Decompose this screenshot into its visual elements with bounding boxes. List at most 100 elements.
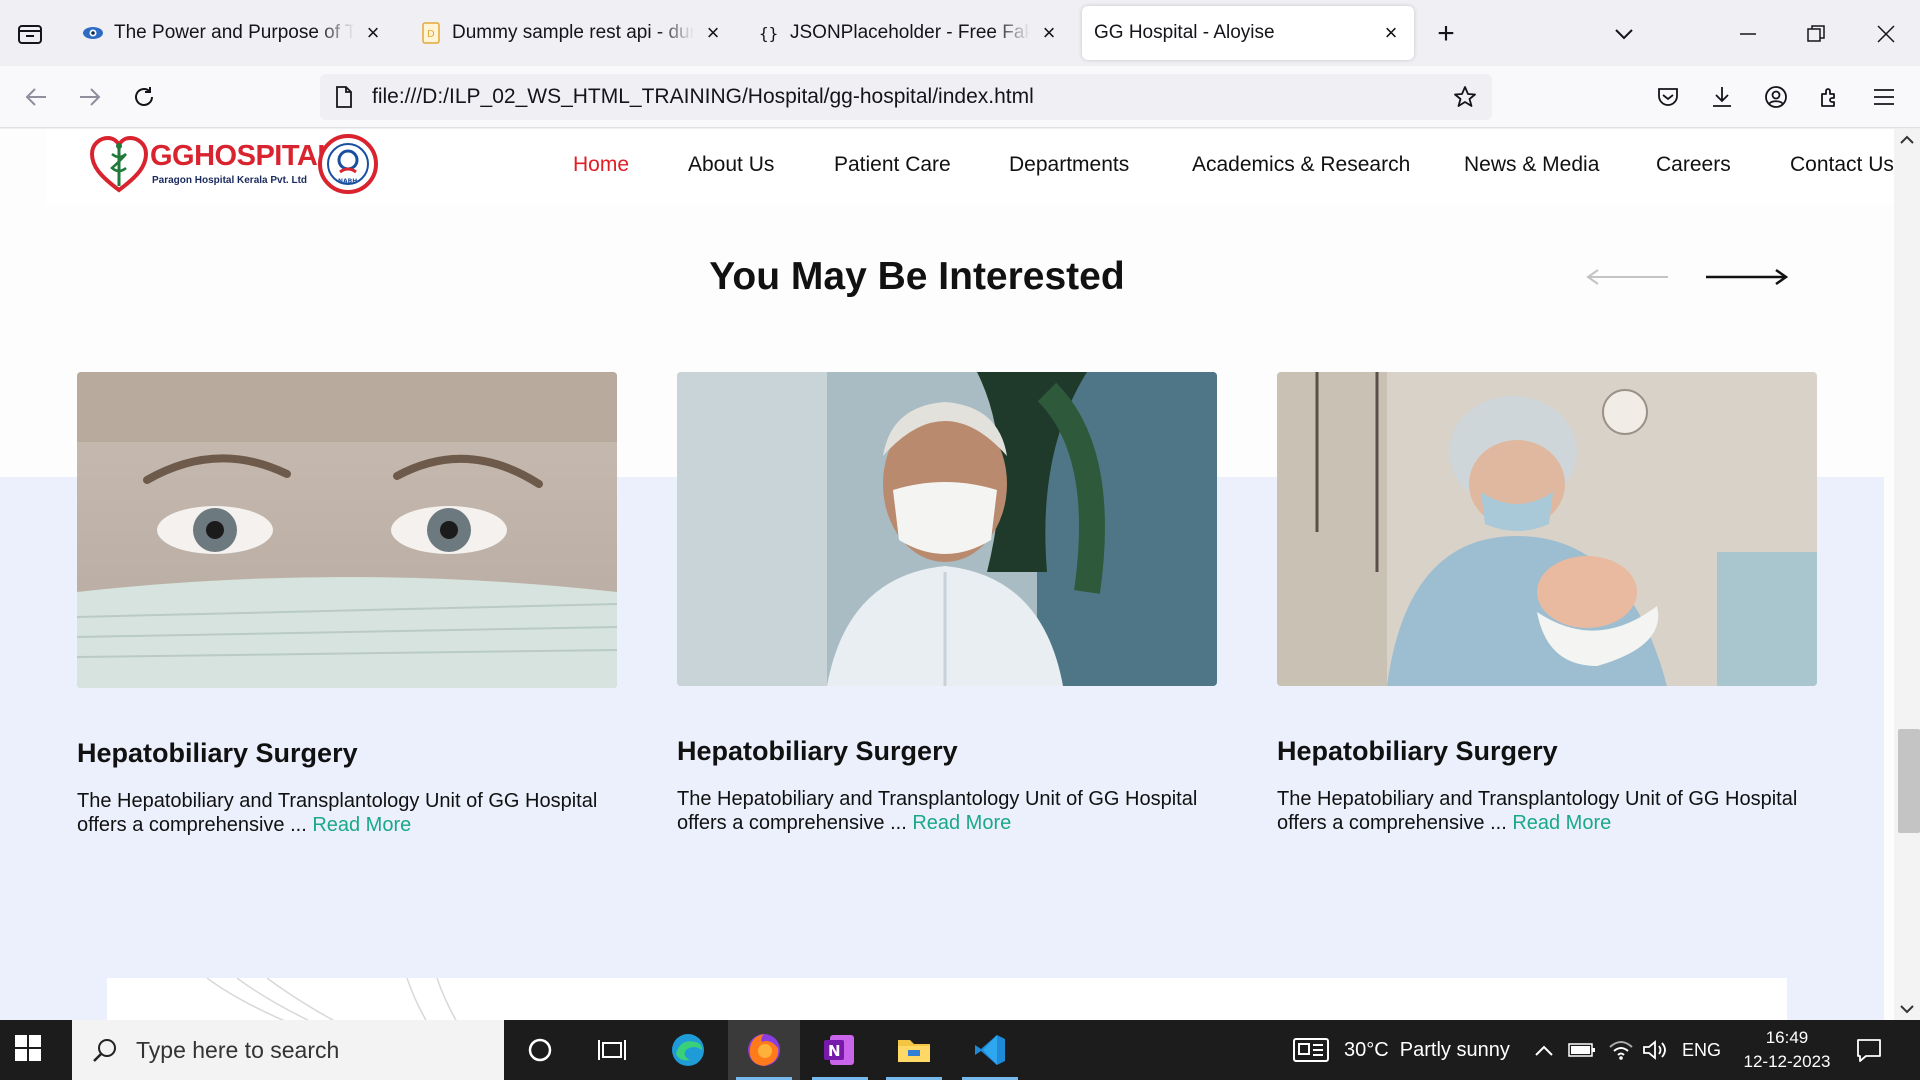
download-icon[interactable] (1704, 79, 1740, 115)
search-placeholder: Type here to search (136, 1036, 340, 1063)
read-more-link[interactable]: Read More (312, 814, 411, 836)
file-explorer-icon[interactable] (878, 1020, 950, 1080)
document-favicon-icon: D (420, 22, 442, 44)
tab-title: JSONPlaceholder - Free Fake REST API (790, 22, 1030, 43)
back-arrow-icon[interactable] (18, 79, 54, 115)
minimize-icon[interactable] (1728, 14, 1768, 54)
card-title: Hepatobiliary Surgery (1277, 736, 1558, 766)
eye-favicon-icon (82, 22, 104, 44)
nabh-badge-icon: NABH (318, 134, 378, 194)
heart-caduceus-icon (90, 135, 148, 193)
site-header: GGHOSPITAL Paragon Hospital Kerala Pvt. … (46, 129, 1894, 203)
cortana-icon[interactable] (504, 1020, 576, 1080)
card-image-woman-face-mask[interactable] (77, 372, 617, 688)
tab-gg-hospital[interactable]: GG Hospital - Aloyise × (1082, 6, 1414, 60)
carousel-prev-arrow-icon[interactable] (1586, 267, 1670, 287)
pocket-icon[interactable] (1650, 79, 1686, 115)
card-title: Hepatobiliary Surgery (77, 738, 358, 768)
interest-card[interactable]: Hepatobiliary Surgery The Hepatobiliary … (77, 372, 617, 837)
weather-news-icon (1293, 1038, 1329, 1062)
tab-title: Dummy sample rest api - dummy (452, 22, 694, 43)
taskbar-search-box[interactable]: Type here to search (72, 1020, 504, 1080)
wifi-icon[interactable] (1608, 1020, 1634, 1080)
page-icon (332, 85, 356, 109)
close-icon[interactable]: × (1038, 20, 1060, 45)
nav-link-home[interactable]: Home (573, 153, 629, 177)
svg-text:D: D (427, 29, 435, 40)
vscode-icon[interactable] (954, 1020, 1026, 1080)
card-description: The Hepatobiliary and Transplantology Un… (1277, 787, 1817, 835)
interest-card[interactable]: Hepatobiliary Surgery The Hepatobiliary … (1277, 372, 1817, 835)
browser-tab-strip: The Power and Purpose of Team × D Dummy … (0, 0, 1920, 66)
new-tab-button[interactable]: + (1430, 17, 1462, 50)
card-title: Hepatobiliary Surgery (677, 736, 958, 766)
tab-jsonplaceholder[interactable]: {} JSONPlaceholder - Free Fake REST API … (746, 6, 1072, 60)
close-icon[interactable]: × (702, 20, 724, 45)
card-image-man-face-mask[interactable] (677, 372, 1217, 686)
section-title: You May Be Interested (709, 255, 1125, 298)
bookmark-star-icon[interactable] (1450, 82, 1480, 112)
nav-link-departments[interactable]: Departments (1009, 153, 1129, 177)
nav-link-contact-us[interactable]: Contact Us (1790, 153, 1894, 177)
nav-link-academics-research[interactable]: Academics & Research (1192, 153, 1410, 177)
braces-favicon-icon: {} (758, 22, 780, 44)
nav-link-news-media[interactable]: News & Media (1464, 153, 1599, 177)
restore-icon[interactable] (1796, 14, 1836, 54)
decorative-lines (206, 978, 457, 1020)
url-bar[interactable]: file:///D:/ILP_02_WS_HTML_TRAINING/Hospi… (320, 74, 1492, 120)
card-description: The Hepatobiliary and Transplantology Un… (77, 789, 617, 837)
clock[interactable]: 16:49 12-12-2023 (1732, 1026, 1842, 1074)
window-close-icon[interactable] (1866, 14, 1906, 54)
tab-dummy-api[interactable]: D Dummy sample rest api - dummy × (408, 6, 736, 60)
page-scrollbar[interactable] (1894, 129, 1920, 1020)
menu-hamburger-icon[interactable] (1866, 79, 1902, 115)
edge-browser-icon[interactable] (652, 1020, 724, 1080)
windows-start-icon[interactable] (14, 1034, 46, 1066)
extensions-icon[interactable] (1812, 79, 1848, 115)
notifications-icon[interactable] (1856, 1020, 1882, 1080)
onenote-icon[interactable]: N (804, 1020, 876, 1080)
svg-text:{}: {} (759, 24, 778, 43)
tab-title: The Power and Purpose of Team (114, 22, 354, 43)
task-view-icon[interactable] (576, 1020, 648, 1080)
forward-arrow-icon[interactable] (72, 79, 108, 115)
page-viewport: GGHOSPITAL Paragon Hospital Kerala Pvt. … (0, 129, 1920, 1020)
windows-taskbar: Type here to search N 30°C Partly sunny … (0, 1020, 1920, 1080)
account-icon[interactable] (1758, 79, 1794, 115)
card-image-surgeon-newborn[interactable] (1277, 372, 1817, 686)
read-more-link[interactable]: Read More (1512, 812, 1611, 834)
nav-link-about-us[interactable]: About Us (688, 153, 774, 177)
url-text[interactable]: file:///D:/ILP_02_WS_HTML_TRAINING/Hospi… (372, 85, 1450, 109)
carousel-next-arrow-icon[interactable] (1704, 267, 1789, 287)
svg-text:N: N (828, 1042, 841, 1060)
weather-text: 30°C Partly sunny (1344, 1038, 1510, 1061)
weather-widget[interactable]: 30°C Partly sunny (1292, 1020, 1510, 1080)
search-icon (90, 1035, 120, 1065)
svg-text:NABH: NABH (338, 178, 357, 185)
browser-nav-bar: file:///D:/ILP_02_WS_HTML_TRAINING/Hospi… (0, 66, 1920, 128)
gg-hospital-logo[interactable]: GGHOSPITAL Paragon Hospital Kerala Pvt. … (90, 132, 390, 198)
nav-link-patient-care[interactable]: Patient Care (834, 153, 951, 177)
tab-list-icon[interactable] (14, 18, 46, 50)
interest-card[interactable]: Hepatobiliary Surgery The Hepatobiliary … (677, 372, 1217, 835)
logo-wordmark: GGHOSPITAL (150, 140, 335, 172)
close-icon[interactable]: × (362, 20, 384, 45)
scrollbar-thumb[interactable] (1898, 729, 1920, 833)
scroll-down-icon[interactable] (1894, 998, 1920, 1020)
scroll-up-icon[interactable] (1894, 129, 1920, 151)
read-more-link[interactable]: Read More (912, 812, 1011, 834)
volume-icon[interactable] (1642, 1020, 1668, 1080)
firefox-icon[interactable] (728, 1020, 800, 1080)
next-section-strip (107, 978, 1787, 1020)
language-indicator[interactable]: ENG (1682, 1020, 1721, 1080)
tab-team-power[interactable]: The Power and Purpose of Team × (70, 6, 396, 60)
tab-title: GG Hospital - Aloyise (1094, 22, 1275, 43)
card-description: The Hepatobiliary and Transplantology Un… (677, 787, 1217, 835)
battery-icon[interactable] (1568, 1020, 1596, 1080)
nav-link-careers[interactable]: Careers (1656, 153, 1731, 177)
clock-time: 16:49 (1765, 1028, 1809, 1047)
close-icon[interactable]: × (1380, 20, 1402, 45)
tray-chevron-up-icon[interactable] (1534, 1020, 1554, 1080)
reload-icon[interactable] (126, 79, 162, 115)
chevron-down-icon[interactable] (1604, 14, 1644, 54)
